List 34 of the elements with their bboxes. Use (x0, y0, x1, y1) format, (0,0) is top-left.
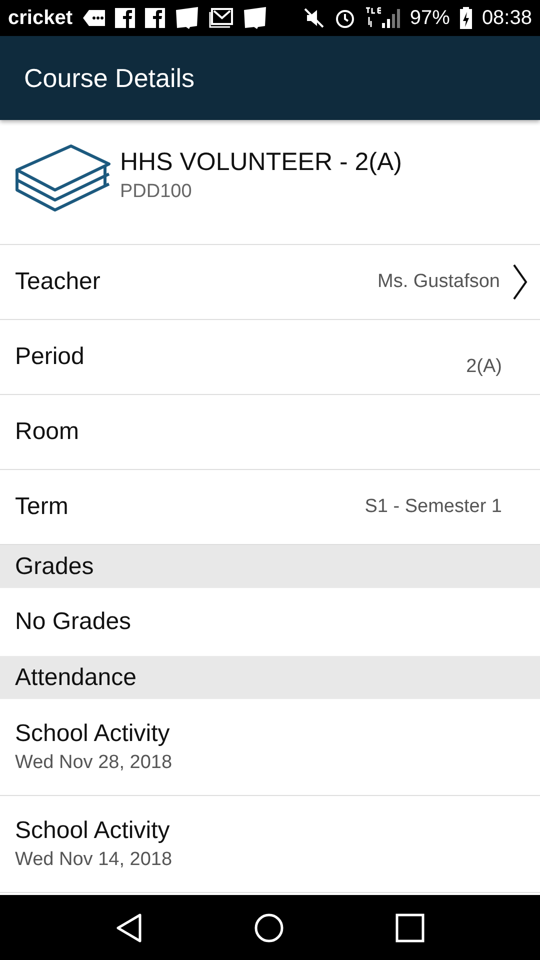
mute-icon (304, 8, 324, 28)
detail-label: Room (15, 418, 80, 446)
signal-icon (366, 7, 400, 29)
back-icon[interactable] (115, 912, 144, 942)
carrier-name: cricket (8, 6, 72, 30)
detail-value: Ms. Gustafson (378, 271, 500, 293)
home-icon[interactable] (254, 912, 284, 942)
battery-percent: 97% (410, 6, 450, 30)
clock-time: 08:38 (482, 6, 532, 30)
alarm-icon (334, 7, 356, 29)
detail-value: 2(A) (466, 356, 502, 378)
battery-icon (460, 7, 472, 29)
attendance-date: Wed Nov 28, 2018 (15, 752, 174, 774)
course-code: PDD100 (120, 180, 193, 202)
section-title: Attendance (15, 664, 136, 692)
course-name: HHS VOLUNTEER - 2(A) (120, 148, 402, 176)
notification-icon (174, 7, 198, 29)
notification-icon (114, 8, 134, 28)
attendance-title: School Activity (15, 817, 171, 845)
notification-icon (242, 7, 266, 29)
attendance-date: Wed Nov 14, 2018 (15, 849, 174, 871)
detail-label: Term (15, 493, 68, 521)
detail-label: Period (15, 343, 84, 371)
attendance-title: School Activity (15, 720, 171, 748)
message-icon (82, 10, 104, 26)
detail-label: Teacher (15, 268, 100, 296)
section-title: Grades (15, 552, 94, 580)
detail-value: S1 - Semester 1 (364, 496, 502, 518)
mail-icon (208, 8, 232, 28)
notification-icon (144, 8, 164, 28)
recents-icon[interactable] (394, 912, 425, 942)
screen-title: Course Details (24, 62, 195, 94)
detail-row[interactable]: Teacher Ms. Gustafson (0, 245, 540, 320)
grades-text: No Grades (15, 608, 132, 636)
